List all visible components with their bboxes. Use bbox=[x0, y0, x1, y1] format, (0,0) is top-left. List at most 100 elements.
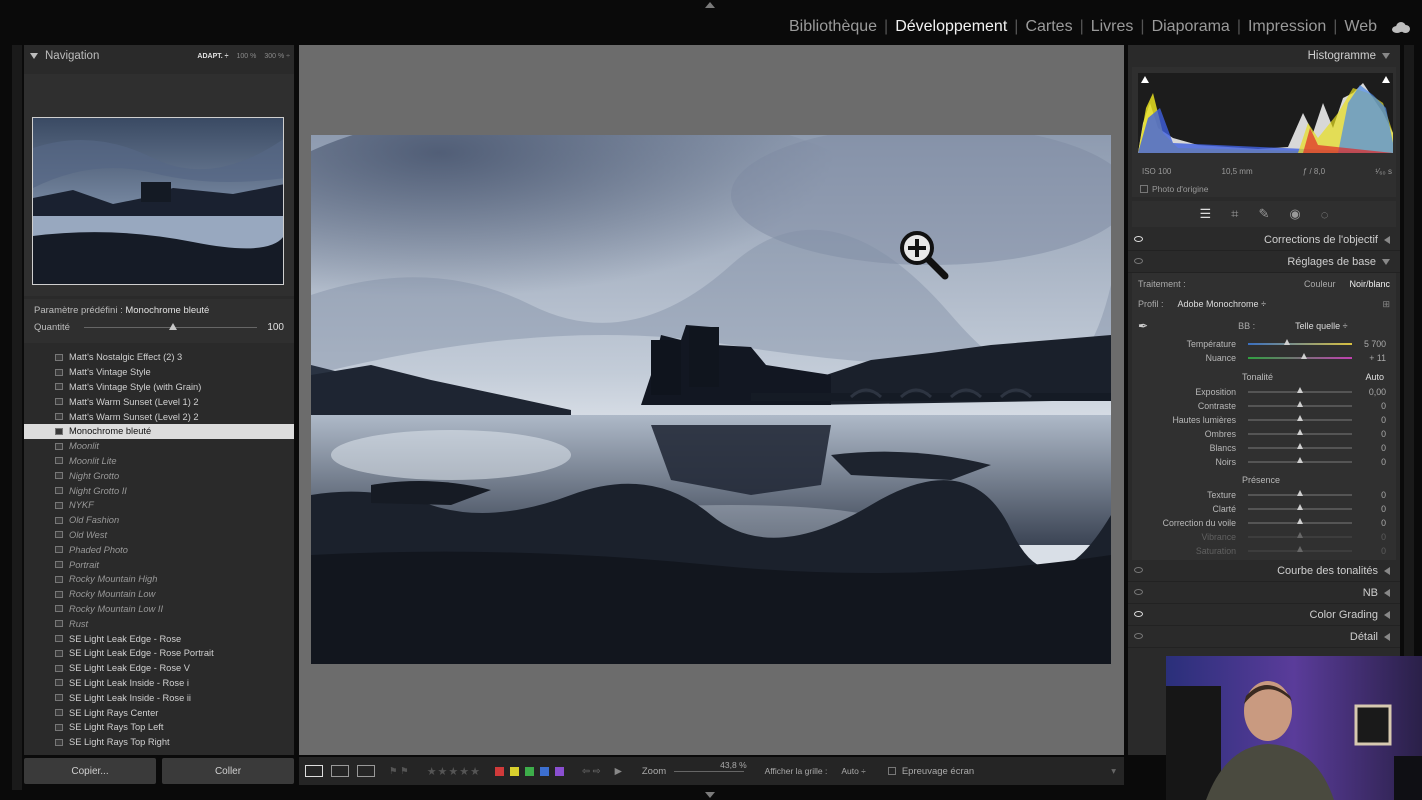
temperature-value[interactable]: 5 700 bbox=[1364, 339, 1386, 349]
adjust-slider[interactable] bbox=[1248, 387, 1352, 393]
adjust-slider[interactable] bbox=[1248, 490, 1352, 496]
slider-value[interactable]: 0 bbox=[1381, 490, 1386, 500]
preset-item[interactable]: Monochrome bleuté bbox=[24, 423, 294, 439]
color-label-swatch[interactable] bbox=[540, 766, 549, 776]
cloud-sync-icon[interactable] bbox=[1392, 22, 1410, 33]
expand-triangle-icon[interactable] bbox=[1384, 588, 1390, 597]
preset-item[interactable]: Rocky Mountain Low II bbox=[24, 602, 294, 617]
rating-stars[interactable]: ★★★★★ bbox=[427, 765, 481, 778]
collapse-triangle-icon[interactable] bbox=[1382, 53, 1390, 59]
preset-item[interactable]: SE Light Leak Edge - Rose Portrait bbox=[24, 646, 294, 661]
module-tab[interactable]: Développement bbox=[888, 18, 1014, 36]
adjust-slider[interactable] bbox=[1248, 504, 1352, 510]
arrow-nav-icon[interactable]: ⇦ ⇨ bbox=[582, 766, 601, 777]
slider-knob[interactable] bbox=[1296, 518, 1303, 524]
eye-icon[interactable] bbox=[1134, 567, 1143, 573]
preset-item[interactable]: Night Grotto II bbox=[24, 483, 294, 498]
preset-item[interactable]: SE Light Leak Inside - Rose i bbox=[24, 676, 294, 691]
slider-value[interactable]: 0 bbox=[1381, 546, 1386, 556]
preset-item[interactable]: Moonlit bbox=[24, 439, 294, 454]
expand-triangle-icon[interactable] bbox=[1384, 566, 1390, 575]
eye-icon[interactable] bbox=[1134, 611, 1143, 617]
masking-icon[interactable]: ◌ bbox=[1321, 207, 1329, 222]
histogram-graph[interactable] bbox=[1138, 73, 1393, 153]
navigator-thumbnail[interactable] bbox=[32, 117, 284, 285]
play-icon[interactable]: ▶ bbox=[615, 766, 622, 777]
profile-browser-icon[interactable]: ⊞ bbox=[1382, 299, 1390, 310]
collapsed-section[interactable]: Courbe des tonalités bbox=[1128, 560, 1400, 582]
treatment-color-option[interactable]: Couleur bbox=[1304, 279, 1336, 289]
left-panel-edge[interactable] bbox=[12, 45, 22, 790]
slider-value[interactable]: 0 bbox=[1381, 504, 1386, 514]
slider-knob[interactable] bbox=[1296, 429, 1303, 435]
preset-item[interactable]: Matt's Nostalgic Effect (2) 3 bbox=[24, 350, 294, 365]
zoom-fit-option[interactable]: ADAPT. ÷ bbox=[197, 53, 228, 60]
preset-item[interactable]: SE Light Leak Inside - Rose ii bbox=[24, 690, 294, 705]
slider-value[interactable]: 0 bbox=[1381, 429, 1386, 439]
preset-item[interactable]: Matt's Warm Sunset (Level 2) 2 bbox=[24, 409, 294, 424]
section-basic[interactable]: Réglages de base bbox=[1128, 251, 1400, 273]
auto-button[interactable]: Auto bbox=[1365, 372, 1384, 382]
expand-triangle-icon[interactable] bbox=[1384, 235, 1390, 244]
edit-sliders-icon[interactable]: ☰ bbox=[1200, 206, 1212, 222]
preset-item[interactable]: SE Light Leak Edge - Rose bbox=[24, 631, 294, 646]
preset-item[interactable]: SE Light Rays Top Left bbox=[24, 720, 294, 735]
top-panel-toggle-icon[interactable] bbox=[705, 2, 715, 8]
profile-dropdown[interactable]: Adobe Monochrome ÷ bbox=[1178, 299, 1267, 309]
grid-value[interactable]: Auto ÷ bbox=[841, 766, 866, 776]
preset-item[interactable]: Old West bbox=[24, 528, 294, 543]
module-tab[interactable]: Diaporama bbox=[1145, 18, 1237, 36]
adjust-slider[interactable] bbox=[1248, 518, 1352, 524]
compare-view-icon[interactable] bbox=[331, 765, 349, 777]
section-lens-corrections[interactable]: Corrections de l'objectif bbox=[1128, 229, 1400, 251]
preset-item[interactable]: Rocky Mountain High bbox=[24, 572, 294, 587]
preset-item[interactable]: Matt's Vintage Style bbox=[24, 365, 294, 380]
treatment-bw-option[interactable]: Noir/blanc bbox=[1349, 279, 1390, 289]
slider-value[interactable]: 0 bbox=[1381, 457, 1386, 467]
collapsed-section[interactable]: NB bbox=[1128, 582, 1400, 604]
color-label-swatch[interactable] bbox=[510, 766, 519, 776]
bottom-panel-toggle-icon[interactable] bbox=[705, 792, 715, 798]
eye-icon[interactable] bbox=[1134, 633, 1143, 639]
preset-item[interactable]: Moonlit Lite bbox=[24, 454, 294, 469]
preset-item[interactable]: Old Fashion bbox=[24, 513, 294, 528]
temperature-slider-knob[interactable] bbox=[1284, 339, 1291, 345]
histogram-header[interactable]: Histogramme bbox=[1128, 45, 1400, 67]
flag-icon[interactable]: ⚑ ⚑ bbox=[389, 766, 409, 777]
color-label-swatch[interactable] bbox=[525, 766, 534, 776]
color-label-swatch[interactable] bbox=[555, 766, 564, 776]
amount-slider[interactable] bbox=[83, 323, 258, 330]
module-tab[interactable]: Livres bbox=[1084, 18, 1141, 36]
adjust-slider[interactable] bbox=[1248, 546, 1352, 552]
adjust-slider[interactable] bbox=[1248, 429, 1352, 435]
color-label-swatch[interactable] bbox=[495, 766, 504, 776]
preset-item[interactable]: SE Light Rays Center bbox=[24, 705, 294, 720]
paste-button[interactable]: Coller bbox=[162, 758, 294, 784]
adjust-slider[interactable] bbox=[1248, 415, 1352, 421]
zoom-slider[interactable] bbox=[674, 770, 745, 772]
wb-dropdown[interactable]: Telle quelle ÷ bbox=[1295, 321, 1347, 331]
amount-slider-knob[interactable] bbox=[168, 323, 177, 330]
shadow-clipping-icon[interactable] bbox=[1141, 76, 1149, 83]
module-tab[interactable]: Bibliothèque bbox=[782, 18, 884, 36]
main-photo[interactable] bbox=[311, 135, 1111, 664]
tint-slider-knob[interactable] bbox=[1300, 353, 1307, 359]
adjust-slider[interactable] bbox=[1248, 457, 1352, 463]
highlight-clipping-icon[interactable] bbox=[1382, 76, 1390, 83]
collapsed-section[interactable]: Détail bbox=[1128, 626, 1400, 648]
toolbar-menu-chevron-icon[interactable]: ▾ bbox=[1111, 766, 1116, 777]
original-photo-toggle[interactable]: Photo d'origine bbox=[1140, 184, 1208, 194]
eye-icon[interactable] bbox=[1134, 589, 1143, 595]
module-tab[interactable]: Web bbox=[1337, 18, 1384, 36]
preset-item[interactable]: Matt's Vintage Style (with Grain) bbox=[24, 380, 294, 395]
expand-triangle-icon[interactable] bbox=[1384, 610, 1390, 619]
zoom-300-option[interactable]: 300 % ÷ bbox=[264, 53, 290, 60]
slider-value[interactable]: 0 bbox=[1381, 443, 1386, 453]
healing-icon[interactable]: ✎ bbox=[1259, 206, 1270, 222]
eye-icon[interactable] bbox=[1134, 236, 1143, 242]
preset-item[interactable]: NYKF bbox=[24, 498, 294, 513]
slider-knob[interactable] bbox=[1296, 546, 1303, 552]
tint-value[interactable]: + 11 bbox=[1369, 353, 1386, 363]
preset-item[interactable]: Portrait bbox=[24, 557, 294, 572]
crop-icon[interactable]: ⌗ bbox=[1231, 206, 1238, 222]
